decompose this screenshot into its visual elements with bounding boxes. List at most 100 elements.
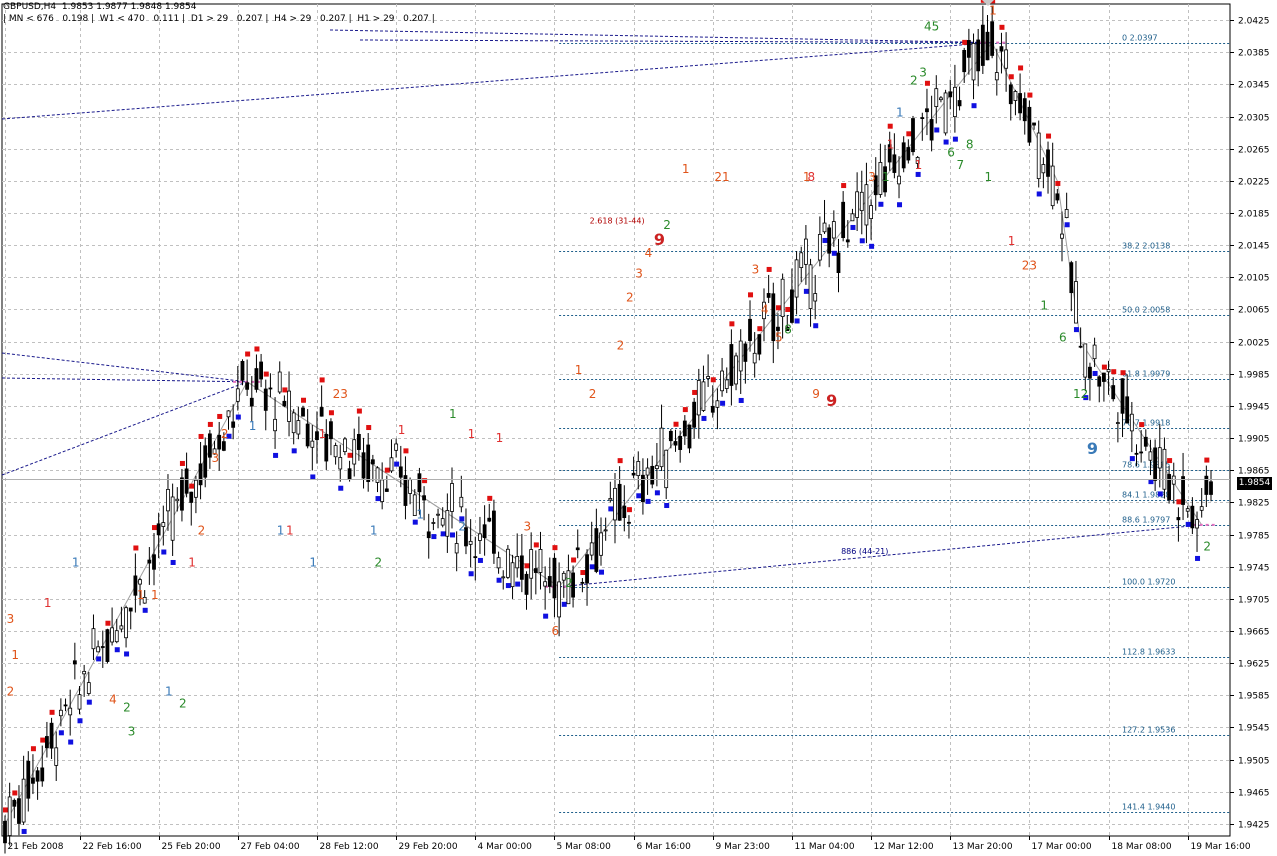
candle-body xyxy=(259,361,264,380)
candle-body xyxy=(91,628,96,650)
candle-body xyxy=(221,441,226,451)
signal-dot xyxy=(1046,133,1052,139)
count-label: 3 xyxy=(7,612,15,626)
y-tick-label: 1.9985 xyxy=(1238,371,1270,381)
candle-body xyxy=(110,627,114,643)
candle-body xyxy=(287,390,291,422)
signal-dot xyxy=(1185,521,1191,527)
candle-body xyxy=(166,488,170,512)
candle-body xyxy=(86,682,91,694)
count-label: 2 xyxy=(198,524,206,538)
candle-body xyxy=(664,449,669,489)
candle-body xyxy=(552,557,557,599)
signal-dot xyxy=(189,483,195,489)
signal-dot xyxy=(543,613,549,619)
candle-body xyxy=(180,477,184,511)
count-label: 1 xyxy=(188,556,196,570)
candle-body xyxy=(487,517,492,522)
price-chart[interactable]: 2.0425 2.0385 2.0345 2.0305 2.0265 2.0225 2.01… xyxy=(0,0,1277,856)
count-label: 1 xyxy=(1008,234,1016,248)
candle-body xyxy=(808,264,813,309)
candle-body xyxy=(198,463,203,486)
candle-body xyxy=(291,412,296,434)
signal-dot xyxy=(608,506,614,512)
candle-body xyxy=(533,568,538,573)
signal-dot xyxy=(12,790,18,796)
candle-body xyxy=(538,549,543,573)
candle-body xyxy=(1092,344,1097,360)
signal-dot xyxy=(682,407,688,413)
candle-body xyxy=(547,576,552,587)
signal-dot xyxy=(375,496,381,502)
count-label: 9 xyxy=(826,391,837,410)
count-label: 3 xyxy=(635,266,643,280)
candle-body xyxy=(519,555,524,580)
candle-body xyxy=(952,86,957,118)
candle-body xyxy=(417,473,422,493)
signal-dot xyxy=(999,24,1005,30)
signal-dot xyxy=(869,243,875,249)
signal-dot xyxy=(1008,74,1014,80)
count-label: 1 xyxy=(882,170,890,184)
signal-dot xyxy=(477,557,483,563)
candle-body xyxy=(277,371,282,393)
fib-level-label: 127.2 1.9536 xyxy=(1122,726,1175,735)
fib-level-label: 38.2 2.0138 xyxy=(1122,242,1170,251)
y-tick-label: 2.0225 xyxy=(1238,178,1270,188)
signal-dot xyxy=(1027,92,1033,98)
candle-body xyxy=(636,461,641,477)
signal-dot xyxy=(338,485,344,491)
candle-body xyxy=(939,97,943,101)
candle-body xyxy=(813,293,818,302)
candle-body xyxy=(17,798,21,824)
candle-body xyxy=(1199,506,1204,511)
count-label: 4 xyxy=(645,246,653,260)
candle-body xyxy=(1050,165,1055,207)
x-tick-label: 28 Feb 12:00 xyxy=(320,842,379,852)
candle-body xyxy=(901,142,906,169)
candle-body xyxy=(58,709,63,717)
candle-body xyxy=(21,778,26,823)
candle-body xyxy=(398,466,403,478)
signal-dot xyxy=(1101,364,1107,370)
candle-body xyxy=(1078,345,1083,348)
chart-shift-marker-icon[interactable] xyxy=(982,0,994,6)
x-tick-label: 9 Mar 23:00 xyxy=(716,842,771,852)
candle-body xyxy=(375,467,380,483)
candle-body xyxy=(650,465,655,485)
y-tick-label: 1.9745 xyxy=(1238,564,1270,574)
candle-body xyxy=(934,88,939,108)
candle-body xyxy=(822,222,827,233)
signal-dot xyxy=(952,136,958,142)
count-label: 7 xyxy=(957,158,965,172)
annotation-label: 2.618 (31-44) xyxy=(590,216,645,225)
candle-body xyxy=(948,91,953,98)
candle-body xyxy=(347,468,352,480)
signal-dot xyxy=(1073,327,1079,333)
y-tick-label: 2.0345 xyxy=(1238,81,1270,91)
signal-dot xyxy=(328,410,334,416)
chart-window[interactable]: 2.0425 2.0385 2.0345 2.0305 2.0265 2.0225 2.01… xyxy=(0,0,1277,856)
candle-body xyxy=(1125,396,1130,424)
count-label: 1 xyxy=(449,407,457,421)
signal-dot xyxy=(114,647,120,653)
candle-body xyxy=(580,581,585,584)
candle-body xyxy=(668,430,673,442)
x-tick-label: 29 Feb 20:00 xyxy=(399,842,458,852)
candle-body xyxy=(1185,508,1190,512)
candle-body xyxy=(1129,413,1134,432)
candle-body xyxy=(96,646,101,653)
signal-dot xyxy=(617,458,623,464)
count-label: 6 xyxy=(1059,331,1067,345)
signal-dot xyxy=(552,545,558,551)
candle-body xyxy=(696,380,701,416)
signal-dot xyxy=(254,346,260,352)
candle-body xyxy=(147,559,152,564)
count-label: 4 xyxy=(109,692,117,706)
candle-body xyxy=(608,498,613,501)
count-label: 3 xyxy=(128,725,136,739)
count-label: 2 xyxy=(617,339,625,353)
signal-dot xyxy=(1204,457,1210,463)
candle-body xyxy=(594,528,599,572)
fib-level-label: 112.8 1.9633 xyxy=(1122,648,1175,657)
